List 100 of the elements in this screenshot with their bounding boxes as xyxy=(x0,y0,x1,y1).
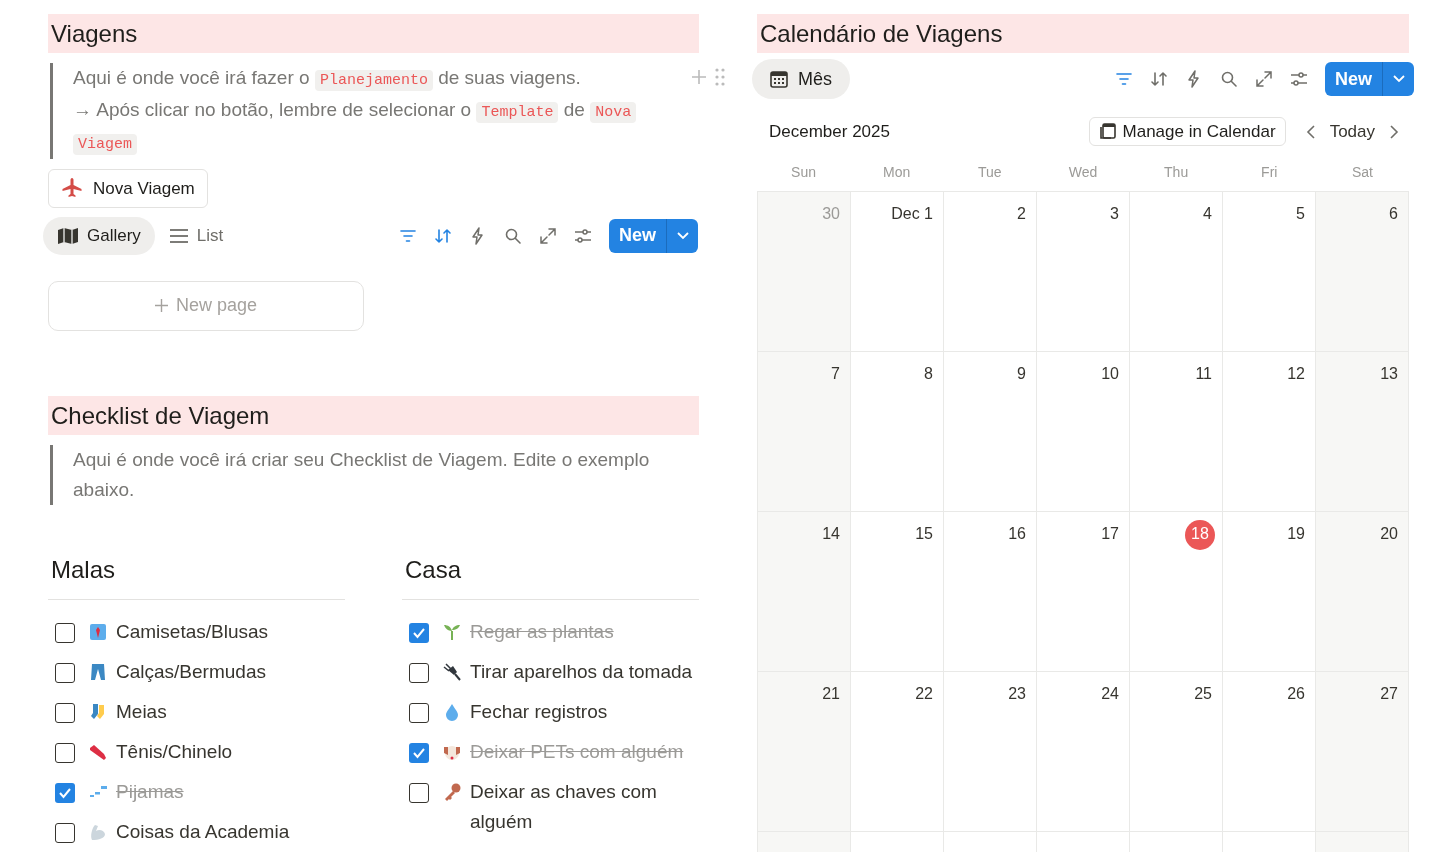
day-number: 10 xyxy=(1101,364,1119,384)
column-heading: Casa xyxy=(404,555,463,585)
day-number: 23 xyxy=(1008,684,1026,704)
day-number: 9 xyxy=(1017,364,1026,384)
calendar-cell[interactable]: 6 xyxy=(1316,192,1409,352)
caret-icon[interactable] xyxy=(675,230,690,241)
calendar-cell[interactable]: 26 xyxy=(1223,672,1316,832)
settings-icon[interactable] xyxy=(1290,70,1309,88)
calendar-cell[interactable]: 13 xyxy=(1316,352,1409,512)
airplane-icon xyxy=(61,177,83,200)
checkbox[interactable] xyxy=(409,743,429,763)
day-number: 2 xyxy=(1017,204,1026,224)
day-number: 16 xyxy=(1008,524,1026,544)
section-heading: Viagens xyxy=(48,14,699,53)
day-number: 19 xyxy=(1287,524,1305,544)
calendar-cell[interactable]: 7 xyxy=(758,352,851,512)
checkbox[interactable] xyxy=(55,783,75,803)
calendar-cell[interactable]: 21 xyxy=(758,672,851,832)
calendar-cell[interactable]: 15 xyxy=(851,512,944,672)
calendar-cell[interactable]: 20 xyxy=(1316,512,1409,672)
checkbox[interactable] xyxy=(55,823,75,843)
calendar-cell[interactable]: 2 xyxy=(944,192,1037,352)
settings-icon[interactable] xyxy=(574,226,593,245)
weekday-label: Sat xyxy=(1350,163,1374,182)
calendar-cell[interactable]: 23 xyxy=(944,672,1037,832)
calendar-cell[interactable]: 27 xyxy=(1316,672,1409,832)
calendar-cell[interactable]: 8 xyxy=(851,352,944,512)
calendar-cell[interactable]: 4 xyxy=(1130,192,1223,352)
seedling-icon xyxy=(442,622,462,642)
calendar-cell[interactable]: 24 xyxy=(1037,672,1130,832)
chevron-left-icon[interactable] xyxy=(1305,123,1316,140)
view-tab[interactable]: Mês xyxy=(752,59,850,99)
check-icon xyxy=(412,626,426,640)
item-label: Tênis/Chinelo xyxy=(116,740,233,764)
calendar-icon xyxy=(1098,123,1116,140)
calendar-cell[interactable]: 12 xyxy=(1223,352,1316,512)
calendar-cell[interactable]: 17 xyxy=(1037,512,1130,672)
day-number: 22 xyxy=(915,684,933,704)
calendar-cell[interactable]: 11 xyxy=(1130,352,1223,512)
item-label: Pijamas xyxy=(116,780,184,804)
weekday-label: Sun xyxy=(790,163,818,182)
day-number: 17 xyxy=(1101,524,1119,544)
calendar-cell[interactable]: 10 xyxy=(1037,352,1130,512)
shirt-icon xyxy=(88,622,108,642)
day-number: 21 xyxy=(822,684,840,704)
view-tab[interactable]: List xyxy=(154,216,238,255)
item-label: Calças/Bermudas xyxy=(116,660,266,684)
calendar-cell[interactable]: 9 xyxy=(944,352,1037,512)
checkbox[interactable] xyxy=(409,663,429,683)
checkbox[interactable] xyxy=(55,663,75,683)
checkbox[interactable] xyxy=(409,783,429,803)
day-number: 13 xyxy=(1380,364,1398,384)
section-heading: Calendário de Viagens xyxy=(757,14,1409,53)
day-number: 27 xyxy=(1380,684,1398,704)
day-number: 20 xyxy=(1380,524,1398,544)
calendar-icon xyxy=(770,70,788,88)
day-number: 15 xyxy=(915,524,933,544)
filter-icon[interactable] xyxy=(1115,70,1134,88)
item-label: Coisas da Academia xyxy=(116,820,290,844)
list-icon xyxy=(168,227,189,244)
calendar-cell[interactable]: Dec 1 xyxy=(851,192,944,352)
checkbox[interactable] xyxy=(55,703,75,723)
calendar-cell[interactable]: 16 xyxy=(944,512,1037,672)
calendar-cell[interactable]: 5 xyxy=(1223,192,1316,352)
checkbox[interactable] xyxy=(55,623,75,643)
expand-icon[interactable] xyxy=(1255,70,1274,88)
expand-icon[interactable] xyxy=(539,226,558,245)
day-number: 6 xyxy=(1389,204,1398,224)
day-number: 4 xyxy=(1203,204,1212,224)
section-heading: Checklist de Viagem xyxy=(48,396,699,435)
nova-viagem-button[interactable]: Nova Viagem xyxy=(48,169,208,208)
caret-icon[interactable] xyxy=(1391,74,1406,84)
item-label: Tirar aparelhos da tomada xyxy=(470,660,693,684)
item-label: Meias xyxy=(116,700,167,724)
checkbox[interactable] xyxy=(409,623,429,643)
calendar-cell[interactable]: 22 xyxy=(851,672,944,832)
item-label: Deixar as chaves com alguém xyxy=(470,780,658,834)
chevron-right-icon[interactable] xyxy=(1389,123,1399,140)
today-button[interactable]: Today xyxy=(1329,118,1375,145)
weekday-label: Wed xyxy=(1067,163,1099,182)
day-number: 26 xyxy=(1287,684,1305,704)
calendar-cell[interactable]: 25 xyxy=(1130,672,1223,832)
column-heading: Malas xyxy=(50,555,117,585)
calendar-cell[interactable]: 19 xyxy=(1223,512,1316,672)
day-number: 14 xyxy=(822,524,840,544)
sort-icon[interactable] xyxy=(1150,70,1169,88)
day-number: 7 xyxy=(831,364,840,384)
view-tab[interactable]: Gallery xyxy=(43,216,155,255)
search-icon[interactable] xyxy=(504,226,523,245)
calendar-cell[interactable]: 3 xyxy=(1037,192,1130,352)
day-number: 25 xyxy=(1194,684,1212,704)
sort-icon[interactable] xyxy=(434,226,453,245)
item-label: Regar as plantas xyxy=(470,620,614,644)
checkbox[interactable] xyxy=(55,743,75,763)
calendar-cell[interactable]: 14 xyxy=(758,512,851,672)
search-icon[interactable] xyxy=(1220,70,1239,88)
drag-handle-icon[interactable] xyxy=(715,68,725,86)
checkbox[interactable] xyxy=(409,703,429,723)
manage-calendar-button[interactable]: Manage in Calendar xyxy=(1088,117,1286,146)
day-number: Dec 1 xyxy=(891,204,933,224)
